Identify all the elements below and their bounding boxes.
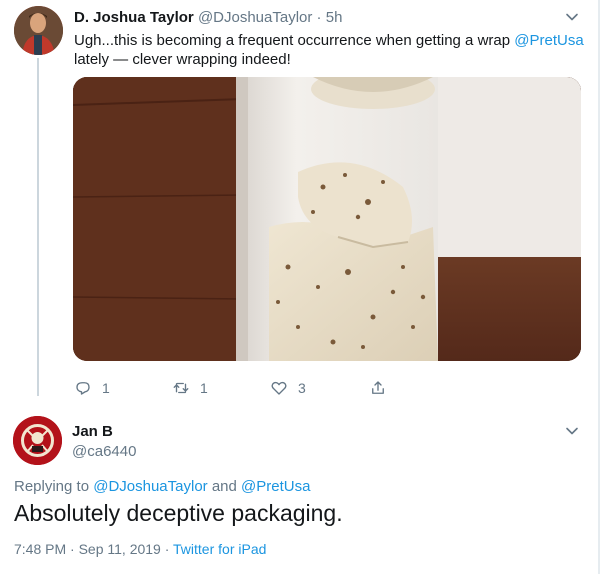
author-name[interactable]: Jan B xyxy=(72,423,113,440)
mention-link[interactable]: @DJoshuaTaylor xyxy=(93,478,207,495)
avatar[interactable] xyxy=(14,6,63,55)
tweet-text-start: Ugh...this is becoming a frequent occurr… xyxy=(74,32,515,49)
reply-button[interactable]: 1 xyxy=(74,376,110,400)
heart-icon xyxy=(271,381,287,395)
tweet-source[interactable]: Twitter for iPad xyxy=(173,541,266,557)
tweet-meta: 7:48 PM · Sep 11, 2019 · Twitter for iPa… xyxy=(14,541,266,557)
retweet-icon xyxy=(173,382,189,394)
tweet-header: D. Joshua Taylor @DJoshuaTaylor · 5h xyxy=(74,9,342,26)
author-handle[interactable]: @ca6440 xyxy=(72,443,136,460)
like-count: 3 xyxy=(298,380,306,396)
tweet-photo[interactable] xyxy=(73,77,581,361)
header-separator: · xyxy=(312,9,326,26)
retweet-count: 1 xyxy=(200,380,208,396)
chevron-down-icon[interactable] xyxy=(565,10,579,24)
author-handle[interactable]: @DJoshuaTaylor xyxy=(198,9,312,26)
reply-count: 1 xyxy=(102,380,110,396)
mention-link[interactable]: @PretUsa xyxy=(241,478,310,495)
chevron-down-icon[interactable] xyxy=(565,424,579,438)
replying-and: and xyxy=(207,478,242,495)
reply-icon xyxy=(76,382,90,395)
replying-to: Replying to @DJoshuaTaylor and @PretUsa xyxy=(14,478,310,495)
like-button[interactable]: 3 xyxy=(270,376,306,400)
author-name[interactable]: D. Joshua Taylor xyxy=(74,9,194,26)
share-button[interactable] xyxy=(369,376,397,400)
tweet-text: Absolutely deceptive packaging. xyxy=(14,500,343,526)
tweet-time[interactable]: 5h xyxy=(326,9,343,26)
tweet-actions: 1 1 3 xyxy=(74,376,404,400)
replying-prefix: Replying to xyxy=(14,478,94,495)
avatar[interactable] xyxy=(13,416,62,465)
tweet-text-end: lately — clever wrapping indeed! xyxy=(74,51,291,68)
share-icon xyxy=(372,381,384,394)
retweet-button[interactable]: 1 xyxy=(172,376,208,400)
column-border xyxy=(598,0,600,574)
mention-link[interactable]: @PretUsa xyxy=(514,32,583,49)
tweet-timestamp[interactable]: 7:48 PM · Sep 11, 2019 · xyxy=(14,541,173,557)
thread-line xyxy=(37,58,39,396)
tweet-text: Ugh...this is becoming a frequent occurr… xyxy=(74,31,584,69)
tweet: D. Joshua Taylor @DJoshuaTaylor · 5h Ugh… xyxy=(0,0,606,404)
